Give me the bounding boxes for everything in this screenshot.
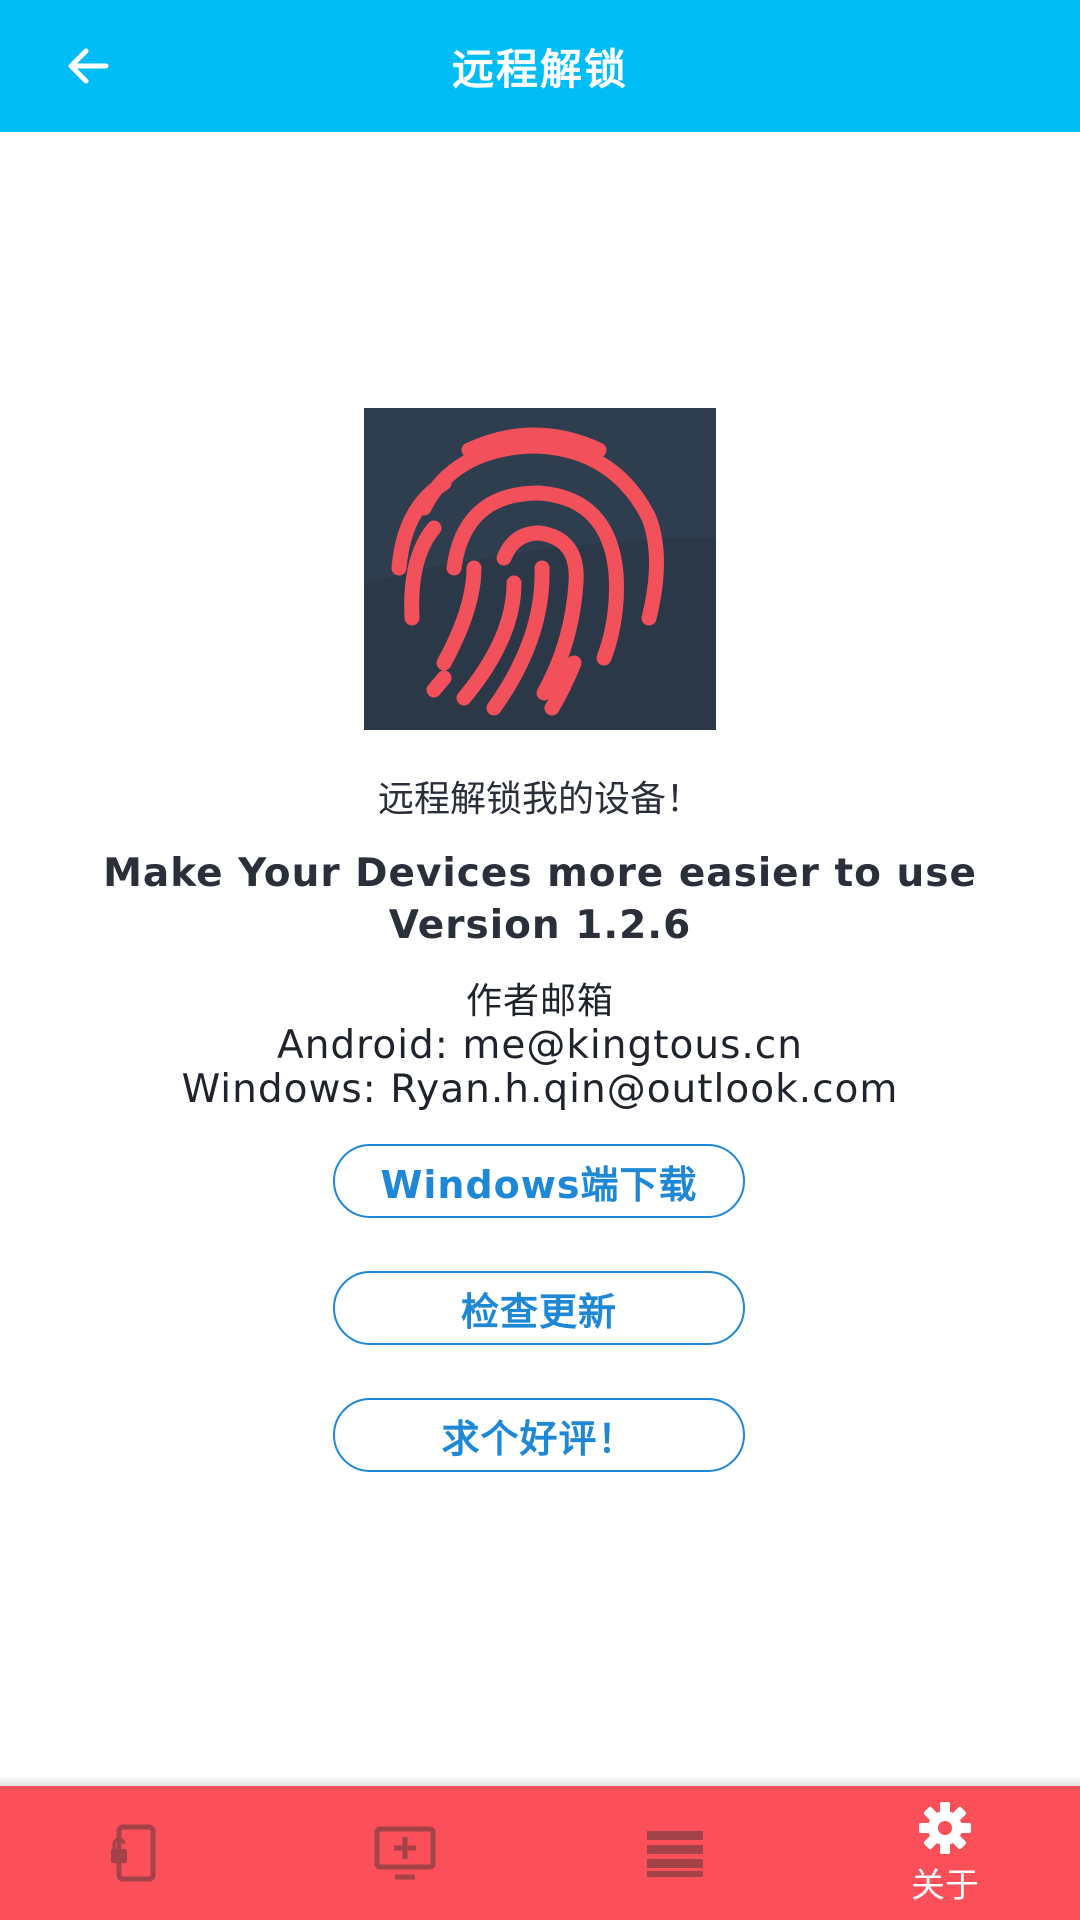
contact-android: Android: me@kingtous.cn — [277, 1023, 803, 1068]
page-title: 远程解锁 — [451, 44, 628, 94]
check-update-button[interactable]: 检查更新 — [333, 1271, 745, 1345]
subtitle-block: Make Your Devices more easier to use Ver… — [0, 848, 1080, 952]
contact-heading: 作者邮箱 — [465, 981, 614, 1022]
bottom-nav: 关于 — [0, 1786, 1080, 1920]
app-logo — [364, 408, 716, 730]
gear-icon — [919, 1801, 971, 1854]
phone-unlock-icon — [111, 1824, 156, 1882]
fingerprint-icon — [364, 427, 716, 730]
contact-windows: Windows: Ryan.h.qin@outlook.com — [181, 1067, 899, 1112]
nav-item-about[interactable]: 关于 — [810, 1786, 1080, 1920]
app-bar: 远程解锁 — [0, 0, 1080, 132]
contact-block: 作者邮箱 Android: me@kingtous.cn Windows: Ry… — [0, 980, 1080, 1112]
nav-label-about: 关于 — [911, 1865, 979, 1906]
nav-item-list[interactable] — [540, 1786, 810, 1920]
bottom-nav-shadow — [0, 1776, 1080, 1786]
list-icon — [647, 1831, 703, 1877]
arrow-back-icon — [68, 48, 109, 84]
rate-button[interactable]: 求个好评！ — [333, 1398, 745, 1472]
nav-item-unlock[interactable] — [0, 1786, 270, 1920]
version-text: Version 1.2.6 — [388, 903, 692, 948]
nav-item-add-device[interactable] — [270, 1786, 540, 1920]
tagline: 远程解锁我的设备！ — [377, 779, 702, 820]
monitor-add-icon — [374, 1826, 436, 1880]
windows-download-button[interactable]: Windows端下载 — [333, 1144, 745, 1218]
back-button[interactable] — [58, 36, 118, 96]
subtitle-line: Make Your Devices more easier to use — [103, 851, 977, 896]
